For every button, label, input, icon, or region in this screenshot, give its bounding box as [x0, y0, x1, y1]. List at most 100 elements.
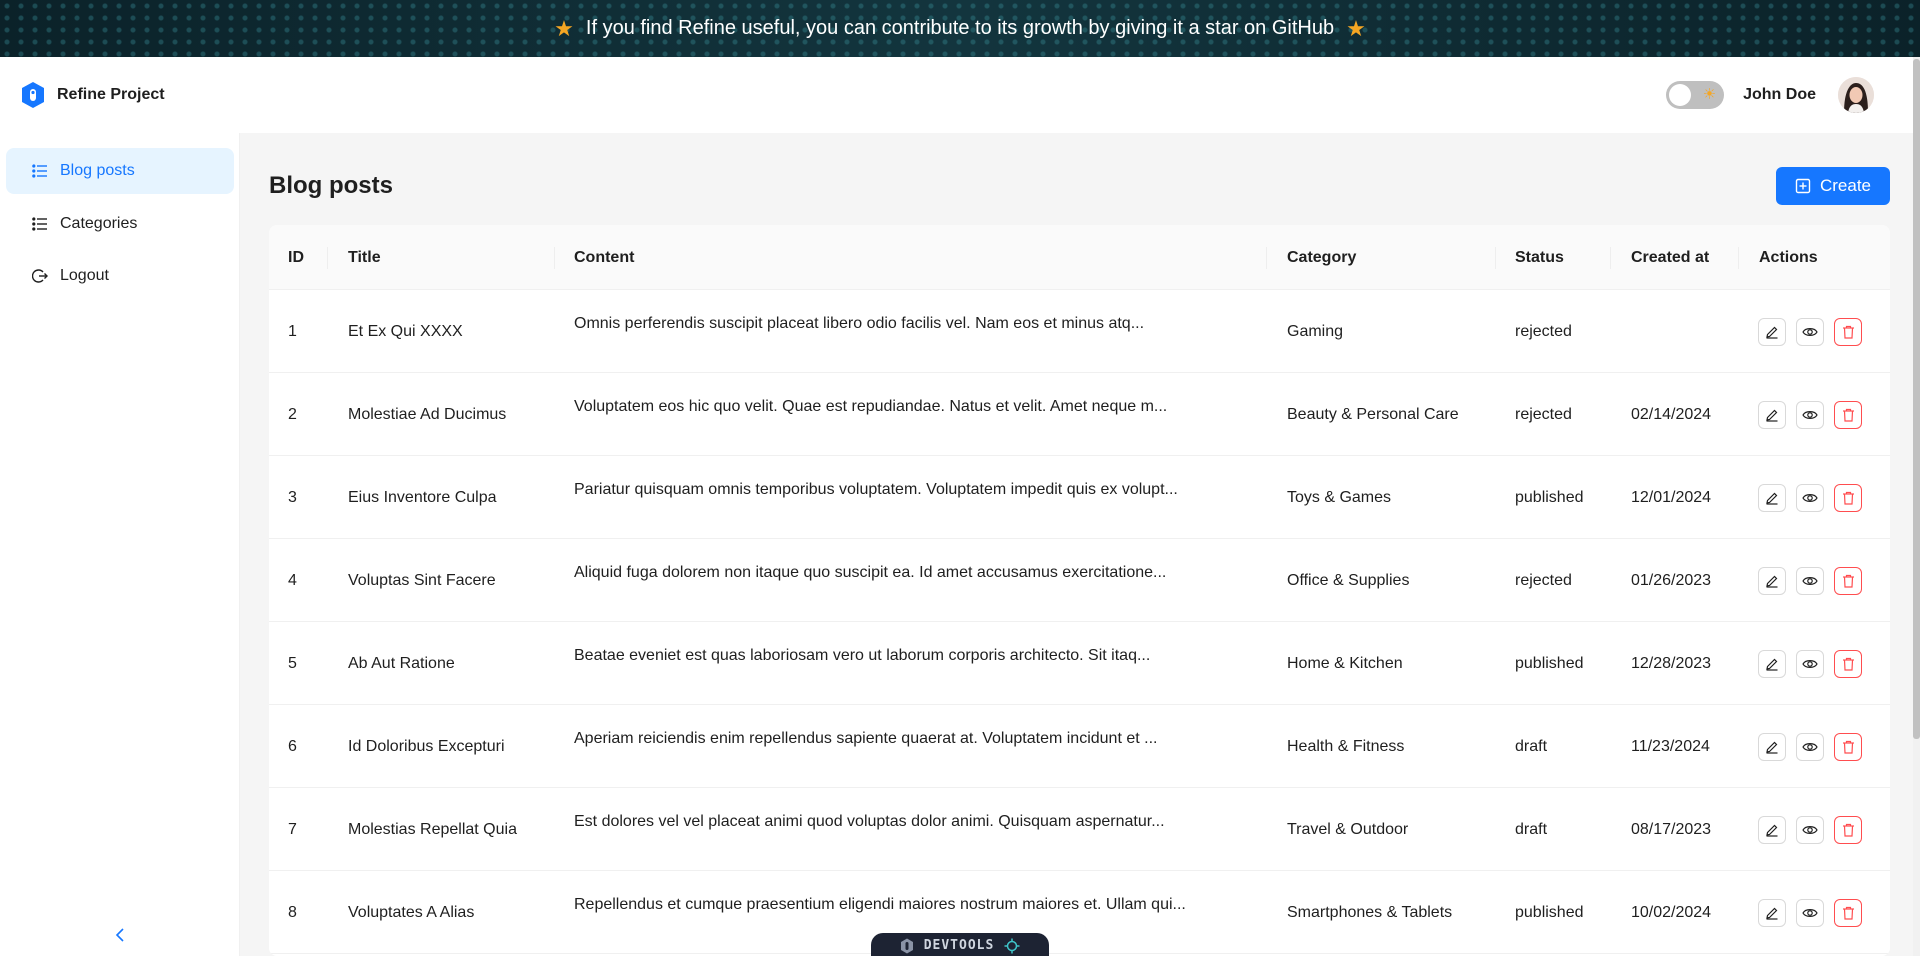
cell-category: Beauty & Personal Care — [1287, 405, 1459, 423]
column-header-created-at[interactable]: Created at — [1631, 225, 1709, 290]
eye-icon — [1802, 492, 1818, 504]
delete-button[interactable] — [1834, 732, 1862, 761]
page-scrollbar[interactable] — [1913, 57, 1920, 956]
devtools-tab[interactable]: DEVTOOLS — [871, 933, 1049, 956]
delete-button[interactable] — [1834, 898, 1862, 927]
edit-icon — [1765, 491, 1779, 505]
cell-title: Eius Inventore Culpa — [348, 488, 497, 506]
create-button[interactable]: Create — [1776, 167, 1890, 205]
cell-title: Voluptas Sint Facere — [348, 571, 496, 589]
cell-id: 8 — [288, 903, 297, 921]
eye-icon — [1802, 575, 1818, 587]
edit-icon — [1765, 740, 1779, 754]
cell-id: 3 — [288, 488, 297, 506]
edit-button[interactable] — [1758, 317, 1786, 346]
cell-created-at: 02/14/2024 — [1631, 405, 1712, 423]
delete-button[interactable] — [1834, 566, 1862, 595]
show-button[interactable] — [1796, 732, 1824, 761]
column-header-category[interactable]: Category — [1287, 225, 1356, 290]
show-button[interactable] — [1796, 815, 1824, 844]
sidebar: Blog posts Categories Logout — [0, 133, 240, 956]
delete-button[interactable] — [1834, 400, 1862, 429]
delete-button[interactable] — [1834, 649, 1862, 678]
table-row: 8 Voluptates A Alias Repellendus et cumque… — [269, 871, 1890, 954]
edit-icon — [1765, 906, 1779, 920]
edit-button[interactable] — [1758, 898, 1786, 927]
cell-status: rejected — [1515, 405, 1572, 423]
show-button[interactable] — [1796, 317, 1824, 346]
brand[interactable]: Refine Project — [19, 81, 165, 109]
avatar-image — [1838, 77, 1874, 113]
github-star-banner[interactable]: ★ If you find Refine useful, you can con… — [0, 0, 1920, 57]
cell-id: 1 — [288, 322, 297, 340]
cell-content: Omnis perferendis suscipit placeat liber… — [574, 315, 1145, 332]
sidebar-item-blog-posts[interactable]: Blog posts — [6, 148, 234, 194]
crosshair-icon — [1004, 938, 1020, 954]
edit-icon — [1765, 823, 1779, 837]
show-button[interactable] — [1796, 649, 1824, 678]
refine-logo-icon — [900, 938, 913, 954]
sidebar-item-categories[interactable]: Categories — [6, 201, 234, 247]
cell-title: Molestiae Ad Ducimus — [348, 405, 507, 423]
cell-content: Aliquid fuga dolorem non itaque quo susc… — [574, 564, 1167, 581]
cell-status: rejected — [1515, 322, 1572, 340]
create-button-label: Create — [1819, 176, 1872, 195]
edit-button[interactable] — [1758, 732, 1786, 761]
sidebar-item-label: Categories — [60, 215, 138, 232]
show-button[interactable] — [1796, 400, 1824, 429]
column-header-title[interactable]: Title — [348, 225, 381, 290]
edit-button[interactable] — [1758, 483, 1786, 512]
trash-icon — [1842, 408, 1855, 422]
eye-icon — [1802, 741, 1818, 753]
plus-square-icon — [1795, 178, 1811, 194]
delete-button[interactable] — [1834, 483, 1862, 512]
eye-icon — [1802, 907, 1818, 919]
sidebar-item-label: Blog posts — [60, 162, 135, 179]
trash-icon — [1842, 574, 1855, 588]
row-actions — [1758, 539, 1862, 622]
table-row: 7 Molestias Repellat Quia Est dolores vel … — [269, 788, 1890, 871]
cell-category: Health & Fitness — [1287, 737, 1405, 755]
theme-toggle[interactable]: ☀ — [1666, 81, 1725, 109]
eye-icon — [1802, 326, 1818, 338]
show-button[interactable] — [1796, 898, 1824, 927]
cell-id: 7 — [288, 820, 297, 838]
edit-icon — [1765, 657, 1779, 671]
edit-button[interactable] — [1758, 815, 1786, 844]
scrollbar-thumb[interactable] — [1913, 59, 1920, 739]
cell-created-at: 10/02/2024 — [1631, 903, 1712, 921]
cell-id: 4 — [288, 571, 297, 589]
row-actions — [1758, 622, 1862, 705]
devtools-label: DEVTOOLS — [923, 938, 995, 953]
cell-id: 6 — [288, 737, 297, 755]
app-header: Refine Project ☀ John Doe — [0, 57, 1920, 133]
cell-status: published — [1515, 903, 1584, 921]
edit-button[interactable] — [1758, 649, 1786, 678]
star-icon: ★ — [1346, 15, 1366, 41]
column-header-content[interactable]: Content — [574, 225, 634, 290]
cell-title: Voluptates A Alias — [348, 903, 475, 921]
page-title: Blog posts — [269, 172, 393, 199]
cell-created-at: 12/01/2024 — [1631, 488, 1712, 506]
table-row: 6 Id Doloribus Excepturi Aperiam reiciendi… — [269, 705, 1890, 788]
toggle-knob — [1669, 84, 1692, 106]
sidebar-collapse-button[interactable] — [108, 923, 132, 947]
delete-button[interactable] — [1834, 317, 1862, 346]
edit-button[interactable] — [1758, 400, 1786, 429]
cell-category: Toys & Games — [1287, 488, 1392, 506]
column-header-status[interactable]: Status — [1515, 225, 1564, 290]
user-name: John Doe — [1743, 86, 1816, 103]
show-button[interactable] — [1796, 566, 1824, 595]
brand-title: Refine Project — [57, 86, 165, 103]
sidebar-item-logout[interactable]: Logout — [6, 253, 234, 299]
column-divider — [327, 247, 328, 269]
show-button[interactable] — [1796, 483, 1824, 512]
list-icon — [32, 164, 47, 178]
eye-icon — [1802, 658, 1818, 670]
row-actions — [1758, 705, 1862, 788]
edit-button[interactable] — [1758, 566, 1786, 595]
cell-content: Pariatur quisquam omnis temporibus volup… — [574, 481, 1178, 498]
cell-title: Ab Aut Ratione — [348, 654, 455, 672]
delete-button[interactable] — [1834, 815, 1862, 844]
column-header-id[interactable]: ID — [288, 225, 304, 290]
